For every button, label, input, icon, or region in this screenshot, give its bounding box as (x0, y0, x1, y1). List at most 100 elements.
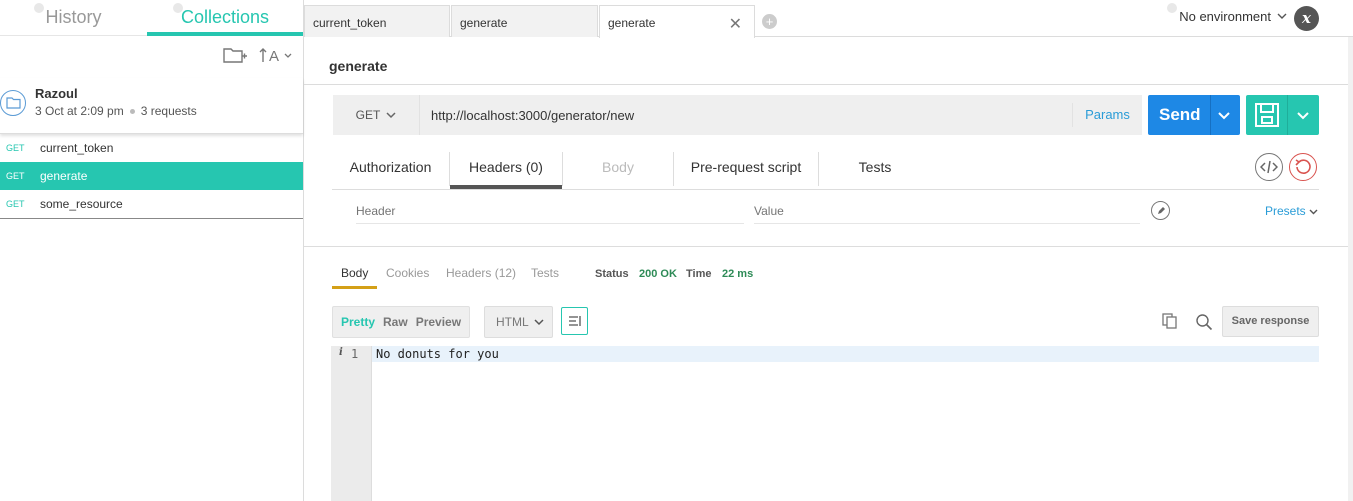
scrollbar[interactable] (1348, 37, 1353, 501)
code-text: No donuts for you (376, 347, 499, 361)
response-body-editor[interactable]: i 1 No donuts for you (331, 346, 1319, 501)
tab-body[interactable]: Body (562, 152, 674, 186)
save-response-button[interactable]: Save response (1222, 306, 1319, 337)
tab-history[interactable]: History (0, 0, 147, 36)
add-tab-icon[interactable]: + (762, 14, 777, 29)
folder-icon (0, 90, 26, 116)
tab-response-body[interactable]: Body (332, 266, 378, 289)
copy-icon[interactable] (1161, 312, 1179, 330)
request-list: GET current_token GET generate GET some_… (0, 134, 303, 219)
sort-alpha-icon[interactable]: A (259, 46, 293, 64)
request-tab-active[interactable]: generate ✕ (599, 5, 755, 38)
folder-plus-icon[interactable] (223, 46, 247, 64)
environment-select[interactable]: No environment (1179, 9, 1287, 24)
collection-date: 3 Oct at 2:09 pm (35, 104, 124, 118)
collection-razoul[interactable]: Razoul 3 Oct at 2:09 pm 3 requests (0, 78, 303, 134)
collection-count: 3 requests (140, 104, 197, 118)
method-select[interactable]: GET (333, 95, 420, 135)
request-tabbar: current_token generate generate ✕ + No e… (304, 0, 1353, 38)
pretty-button[interactable]: Pretty (333, 315, 375, 329)
collection-meta: 3 Oct at 2:09 pm 3 requests (35, 104, 197, 118)
time-label: Time (686, 268, 712, 280)
tab-tests[interactable]: Tests (819, 148, 931, 189)
tab-response-cookies[interactable]: Cookies (386, 266, 429, 280)
tab-indicator-dot (34, 3, 44, 13)
tab-history-label: History (45, 7, 102, 27)
sidebar-tabs: History Collections (0, 0, 303, 36)
format-select[interactable]: HTML (484, 306, 553, 338)
method-label: GET (355, 108, 381, 122)
chevron-down-icon (386, 111, 396, 118)
params-button[interactable]: Params (1072, 103, 1142, 127)
divider (1210, 95, 1211, 135)
url-bar: GET Params (333, 95, 1142, 135)
chevron-down-icon (534, 318, 544, 325)
view-mode-group: Pretty Raw Preview (332, 306, 470, 338)
env-indicator-dot (1167, 3, 1177, 13)
tab-response-tests[interactable]: Tests (531, 266, 559, 280)
separator-dot (129, 108, 135, 114)
request-tab-label: current_token (313, 16, 387, 30)
divider (304, 246, 1348, 247)
collection-name: Razoul (35, 86, 78, 101)
request-tab[interactable]: current_token (304, 5, 450, 37)
code-icon[interactable] (1255, 153, 1283, 181)
svg-text:A: A (269, 48, 279, 64)
tab-response-headers[interactable]: Headers (12) (446, 266, 516, 280)
save-disk-icon (1255, 103, 1279, 127)
page-title: generate (329, 58, 388, 74)
status-label: Status (595, 268, 629, 280)
request-name: generate (40, 169, 88, 183)
tab-headers[interactable]: Headers (0) (450, 148, 562, 189)
method-badge: GET (6, 171, 25, 181)
close-icon[interactable]: ✕ (729, 14, 742, 34)
method-badge: GET (6, 199, 25, 209)
tab-collections[interactable]: Collections (147, 0, 303, 36)
chevron-down-icon[interactable] (1218, 107, 1230, 123)
bulk-edit-icon[interactable] (1151, 201, 1170, 220)
method-badge: GET (6, 143, 25, 153)
tab-collections-label: Collections (180, 7, 270, 27)
chevron-down-icon (1277, 13, 1287, 19)
url-input[interactable] (421, 95, 1071, 135)
list-item[interactable]: GET current_token (0, 134, 303, 162)
request-subtabs: Authorization Headers (0) Body Pre-reque… (332, 148, 1319, 190)
chevron-down-icon (1309, 209, 1318, 215)
presets-dropdown[interactable]: Presets (1265, 204, 1318, 218)
code-line: No donuts for you (372, 346, 1319, 362)
request-name: current_token (40, 141, 114, 155)
format-label: HTML (496, 315, 529, 329)
tab-pre-request-script[interactable]: Pre-request script (674, 152, 819, 186)
save-button[interactable] (1246, 95, 1319, 135)
divider (304, 84, 1348, 85)
wrap-lines-icon[interactable] (561, 307, 588, 335)
status-value: 200 OK (639, 268, 677, 280)
time-value: 22 ms (722, 268, 754, 280)
list-item[interactable]: GET some_resource (0, 190, 303, 218)
tab-authorization[interactable]: Authorization (332, 152, 450, 186)
request-tab-label: generate (460, 16, 508, 30)
line-gutter: i 1 (331, 346, 372, 501)
request-name: some_resource (40, 197, 123, 211)
send-label: Send (1159, 105, 1201, 124)
environment-label: No environment (1179, 9, 1271, 24)
line-number: 1 (351, 347, 359, 361)
environment-quicklook-icon[interactable]: x (1294, 6, 1319, 31)
preview-button[interactable]: Preview (408, 315, 461, 329)
sidebar: History Collections A Razoul 3 Oct at 2:… (0, 0, 304, 501)
raw-button[interactable]: Raw (375, 315, 408, 329)
header-value-input[interactable] (754, 198, 1140, 224)
sidebar-tools: A (223, 42, 293, 68)
header-key-input[interactable] (356, 198, 744, 224)
reset-icon[interactable] (1289, 153, 1317, 181)
chevron-down-icon[interactable] (1296, 107, 1310, 123)
info-icon: i (339, 347, 343, 358)
request-tab-label: generate (608, 16, 656, 30)
divider (1287, 95, 1288, 135)
request-tab[interactable]: generate (451, 5, 598, 37)
tab-indicator-dot (173, 3, 183, 13)
send-button[interactable]: Send (1148, 95, 1240, 135)
list-item[interactable]: GET generate (0, 162, 303, 190)
search-icon[interactable] (1195, 313, 1213, 331)
presets-label: Presets (1265, 204, 1306, 218)
